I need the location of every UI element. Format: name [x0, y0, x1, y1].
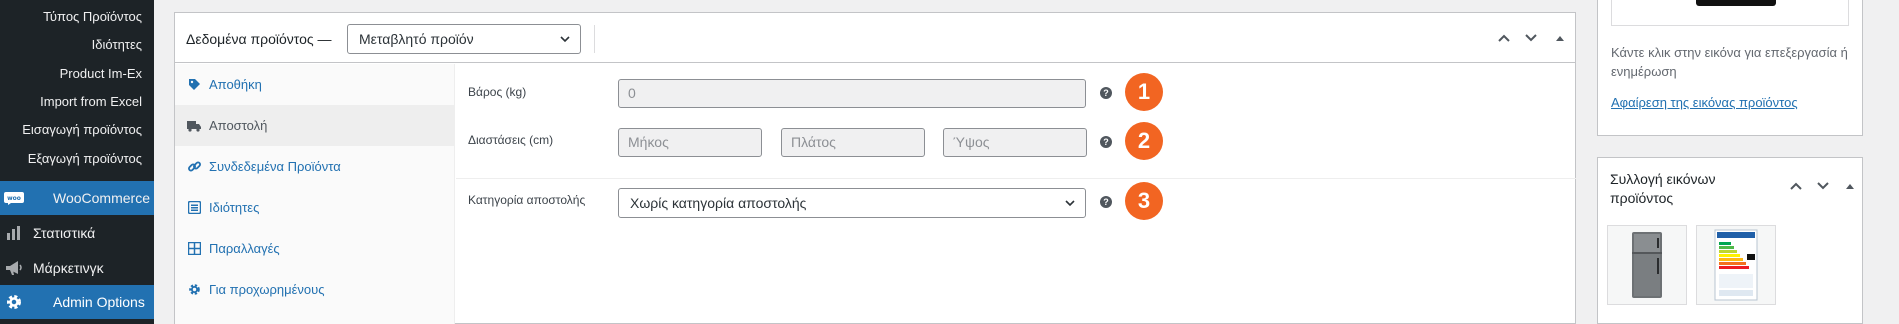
- triangle-up-icon: [1556, 36, 1564, 41]
- chevron-down-icon: [1065, 200, 1075, 207]
- gallery-thumb-energy-label[interactable]: [1696, 225, 1776, 305]
- submenu-import-excel[interactable]: Import from Excel: [40, 94, 142, 109]
- shipping-class-select[interactable]: Χωρίς κατηγορία αποστολής: [618, 188, 1086, 218]
- help-icon[interactable]: ?: [1100, 87, 1112, 99]
- product-image-preview[interactable]: [1611, 0, 1849, 26]
- shipping-class-value: Χωρίς κατηγορία αποστολής: [630, 195, 807, 211]
- tab-advanced-label: Για προχωρημένους: [209, 282, 325, 297]
- annotation-badge-1: 1: [1125, 73, 1163, 111]
- chevron-down-icon: [1817, 182, 1829, 190]
- annotation-badge-3: 3: [1125, 182, 1163, 220]
- product-data-title: Δεδομένα προϊόντος —: [186, 31, 332, 47]
- move-down-button[interactable]: [1521, 28, 1541, 48]
- menu-marketing-label: Μάρκετινγκ: [33, 260, 104, 276]
- tab-advanced[interactable]: Για προχωρημένους: [175, 269, 455, 310]
- width-input[interactable]: Πλάτος: [781, 128, 925, 157]
- weight-input[interactable]: 0: [618, 79, 1086, 108]
- svg-text:woo: woo: [7, 195, 21, 202]
- gallery-thumb-fridge[interactable]: [1607, 225, 1687, 305]
- truck-icon: [187, 119, 201, 133]
- product-data-panel: Δεδομένα προϊόντος — Μεταβλητό προϊόν Απ…: [174, 12, 1576, 324]
- shipping-class-label: Κατηγορία αποστολής: [468, 193, 586, 207]
- menu-admin-options[interactable]: Admin Options: [0, 285, 154, 319]
- triangle-up-icon: [1846, 184, 1854, 189]
- chevron-up-icon: [1790, 182, 1802, 190]
- product-image-fragment: [1696, 0, 1776, 6]
- energy-label-image: [1714, 229, 1758, 301]
- product-data-header: Δεδομένα προϊόντος — Μεταβλητό προϊόν: [175, 13, 1575, 63]
- menu-woocommerce[interactable]: woo WooCommerce: [0, 181, 154, 215]
- submenu-product-type[interactable]: Τύπος Προϊόντος: [43, 9, 142, 24]
- menu-woocommerce-label: WooCommerce: [53, 190, 150, 206]
- dimensions-label: Διαστάσεις (cm): [468, 133, 554, 147]
- move-up-button[interactable]: [1494, 28, 1514, 48]
- grid-icon: [187, 242, 201, 256]
- tab-inventory[interactable]: Αποθήκη: [175, 64, 455, 105]
- menu-marketing[interactable]: Μάρκετινγκ: [0, 251, 154, 285]
- product-data-tabs: Αποθήκη Αποστολή Συνδεδεμένα Προϊόντα Ιδ…: [175, 64, 455, 324]
- submenu-product-im-ex[interactable]: Product Im-Ex: [60, 66, 142, 81]
- product-gallery-box: Συλλογή εικόνων προϊόντος: [1597, 157, 1863, 324]
- megaphone-icon: [3, 260, 25, 276]
- gallery-title: Συλλογή εικόνων προϊόντος: [1610, 171, 1716, 206]
- fridge-image: [1632, 232, 1662, 298]
- tag-icon: [187, 78, 201, 92]
- menu-stats-label: Στατιστικά: [33, 225, 96, 241]
- tab-linked-products[interactable]: Συνδεδεμένα Προϊόντα: [175, 146, 455, 187]
- help-icon[interactable]: ?: [1100, 136, 1112, 148]
- remove-product-image-link[interactable]: Αφαίρεση της εικόνας προϊόντος: [1611, 95, 1798, 110]
- help-icon[interactable]: ?: [1100, 196, 1112, 208]
- submenu-attributes[interactable]: Ιδιότητες: [92, 37, 142, 52]
- height-input[interactable]: Ύψος: [943, 128, 1087, 157]
- tab-variations-label: Παραλλαγές: [209, 241, 280, 256]
- menu-stats[interactable]: Στατιστικά: [0, 216, 154, 250]
- submenu-export-product[interactable]: Εξαγωγή προϊόντος: [28, 151, 142, 166]
- menu-admin-options-label: Admin Options: [53, 294, 145, 310]
- collapse-toggle-button[interactable]: [1550, 28, 1570, 48]
- product-image-hint: Κάντε κλικ στην εικόνα για επεξεργασία ή…: [1611, 45, 1848, 79]
- gear-icon: [3, 293, 25, 311]
- product-type-value: Μεταβλητό προϊόν: [359, 31, 474, 47]
- gallery-collapse-button[interactable]: [1840, 176, 1860, 196]
- woo-icon: woo: [3, 191, 25, 205]
- chevron-up-icon: [1498, 34, 1510, 42]
- product-type-select[interactable]: Μεταβλητό προϊόν: [347, 24, 581, 54]
- tab-shipping[interactable]: Αποστολή: [175, 105, 455, 146]
- tab-inventory-label: Αποθήκη: [209, 77, 262, 92]
- admin-menu: Τύπος Προϊόντος Ιδιότητες Product Im-Ex …: [0, 0, 154, 324]
- gallery-move-down-button[interactable]: [1813, 176, 1833, 196]
- header-divider: [594, 25, 595, 53]
- chevron-down-icon: [560, 36, 570, 43]
- list-icon: [187, 201, 201, 215]
- chart-bar-icon: [3, 225, 25, 241]
- tab-variations[interactable]: Παραλλαγές: [175, 228, 455, 269]
- tab-attributes-label: Ιδιότητες: [209, 200, 260, 215]
- product-image-box: Κάντε κλικ στην εικόνα για επεξεργασία ή…: [1597, 0, 1863, 136]
- tab-attributes[interactable]: Ιδιότητες: [175, 187, 455, 228]
- annotation-badge-2: 2: [1125, 122, 1163, 160]
- section-divider: [456, 178, 1576, 179]
- submenu-import-product[interactable]: Εισαγωγή προϊόντος: [22, 122, 142, 137]
- weight-label: Βάρος (kg): [468, 85, 527, 99]
- chevron-down-icon: [1525, 34, 1537, 42]
- gear-icon: [187, 283, 201, 297]
- tab-linked-products-label: Συνδεδεμένα Προϊόντα: [209, 159, 341, 174]
- tab-shipping-label: Αποστολή: [209, 118, 268, 133]
- gallery-move-up-button[interactable]: [1786, 176, 1806, 196]
- length-input[interactable]: Μήκος: [618, 128, 762, 157]
- link-icon: [187, 160, 201, 174]
